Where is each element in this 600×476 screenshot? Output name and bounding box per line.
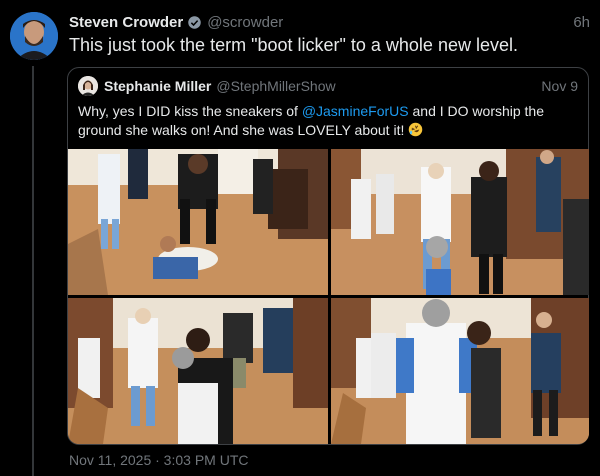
quoted-author-handle[interactable]: @StephMillerShow bbox=[216, 78, 335, 94]
author-avatar[interactable] bbox=[10, 12, 58, 60]
quoted-author-avatar[interactable] bbox=[78, 76, 98, 96]
author-name[interactable]: Steven Crowder bbox=[69, 14, 183, 31]
mention-link[interactable]: @JasmineForUS bbox=[302, 103, 409, 119]
rolling-on-floor-laughing-emoji-icon bbox=[409, 122, 423, 137]
thread-line bbox=[32, 66, 34, 476]
author-handle[interactable]: @scrowder bbox=[207, 14, 283, 31]
quoted-tweet-header: Stephanie Miller @StephMillerShow Nov 9 bbox=[104, 76, 578, 96]
media-photo-4[interactable] bbox=[331, 298, 589, 444]
tweet-text: This just took the term "boot licker" to… bbox=[69, 35, 518, 55]
quoted-tweet-text: Why, yes I DID kiss the sneakers of @Jas… bbox=[78, 102, 578, 140]
media-photo-2[interactable] bbox=[331, 149, 589, 295]
tweet-timestamp[interactable]: Nov 11, 2025 · 3:03 PM UTC bbox=[69, 452, 248, 468]
verified-badge-icon bbox=[188, 15, 201, 29]
quoted-author-name[interactable]: Stephanie Miller bbox=[104, 78, 211, 94]
tweet-header: Steven Crowder @scrowder 6h bbox=[69, 12, 590, 32]
quoted-date[interactable]: Nov 9 bbox=[541, 78, 578, 94]
quoted-tweet[interactable]: Stephanie Miller @StephMillerShow Nov 9 … bbox=[67, 67, 589, 445]
relative-time[interactable]: 6h bbox=[573, 14, 590, 31]
quoted-text-part1: Why, yes I DID kiss the sneakers of bbox=[78, 103, 302, 119]
media-photo-1[interactable] bbox=[68, 149, 328, 295]
media-photo-3[interactable] bbox=[68, 298, 328, 444]
